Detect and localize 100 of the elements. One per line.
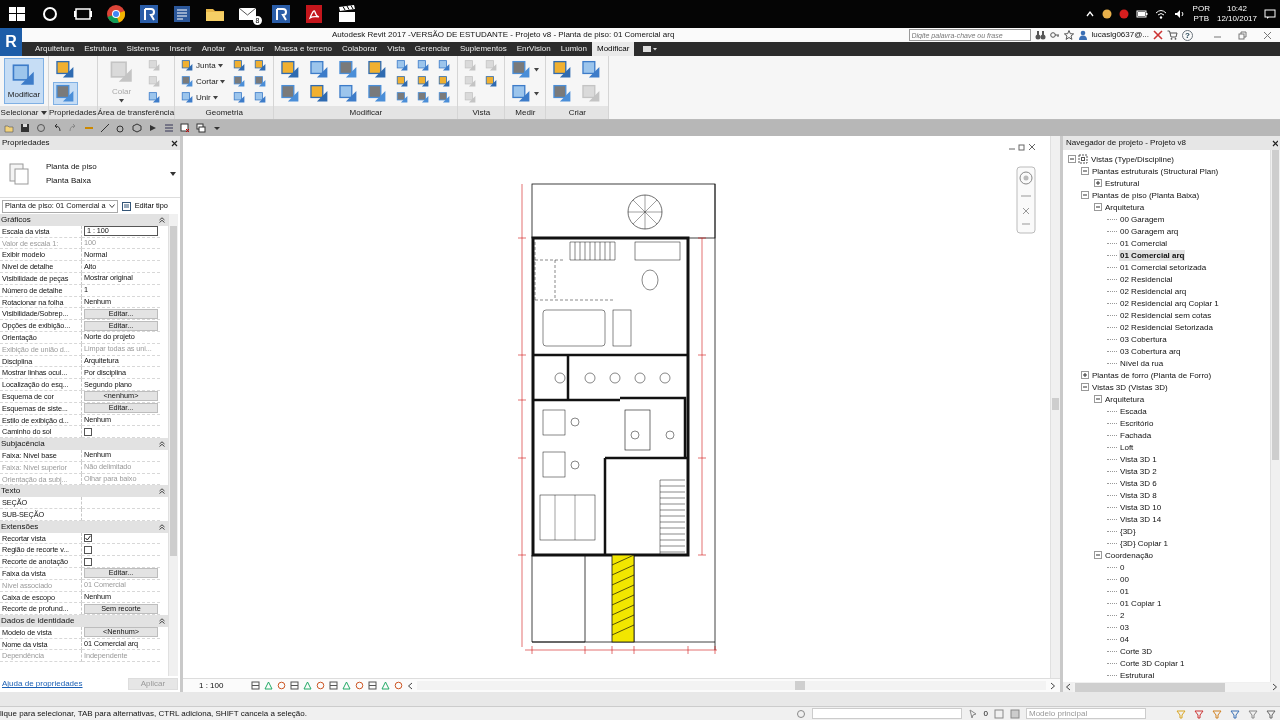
tree-item[interactable]: Coordenação	[1104, 549, 1155, 561]
scroll-left-icon[interactable]	[407, 681, 414, 690]
collapse-icon[interactable]	[1081, 191, 1089, 199]
notification-icon[interactable]	[1264, 8, 1276, 20]
tree-item[interactable]: Escada	[1119, 405, 1148, 417]
tree-item[interactable]: 02 Residencial	[1119, 273, 1174, 285]
tree-item[interactable]: Vista 3D 6	[1119, 477, 1158, 489]
filter-icon[interactable]	[1248, 708, 1258, 719]
save-icon[interactable]	[20, 123, 30, 133]
tool-button[interactable]: Cortar	[179, 74, 228, 89]
box-icon[interactable]	[132, 123, 142, 133]
tree-item[interactable]: 00 Garagem	[1119, 213, 1166, 225]
cart-icon[interactable]	[1167, 30, 1178, 40]
tree-item[interactable]: 01	[1119, 585, 1130, 597]
tree-item[interactable]: 01 Comercial setorizada	[1119, 261, 1208, 273]
filter-icon[interactable]	[1266, 708, 1276, 719]
section-header[interactable]: Gráficos	[0, 214, 168, 226]
expand-icon[interactable]	[1094, 179, 1102, 187]
ribbon-tab[interactable]: Anotar	[196, 42, 231, 56]
tree-item[interactable]: Fachada	[1119, 429, 1153, 441]
battery-icon[interactable]	[1135, 9, 1148, 19]
tree-item[interactable]: 0	[1119, 561, 1126, 573]
tree-item[interactable]: Estrutural	[1104, 177, 1141, 189]
ribbon-tab[interactable]: Suplementos	[454, 42, 512, 56]
sync-icon[interactable]	[36, 123, 46, 133]
pdf-icon[interactable]	[303, 3, 325, 25]
filter-icon[interactable]	[1212, 708, 1222, 719]
ribbon-tab[interactable]: Lumion	[555, 42, 592, 56]
vertical-scrollbar[interactable]	[1050, 136, 1060, 678]
section-header[interactable]: Extensões	[0, 520, 168, 533]
ribbon-tab[interactable]: Gerenciar	[409, 42, 455, 56]
scroll-right-icon[interactable]	[1050, 681, 1056, 690]
collapse-icon[interactable]	[1081, 167, 1089, 175]
section-header[interactable]: Subjacência	[0, 438, 168, 450]
ribbon-tab[interactable]: Colaborar	[337, 42, 383, 56]
restore-icon[interactable]	[1238, 30, 1247, 40]
ribbon-tab[interactable]: Sistemas	[121, 42, 165, 56]
user-name[interactable]: lucaslg0637@...	[1091, 30, 1149, 40]
view-control-icon[interactable]	[251, 681, 261, 690]
chevron-up-icon[interactable]	[1084, 9, 1095, 19]
scrollbar-thumb[interactable]	[794, 681, 805, 690]
wifi-icon[interactable]	[1154, 9, 1167, 19]
scroll-left-icon[interactable]	[1065, 683, 1071, 691]
tree-item[interactable]: Vista 3D 14	[1119, 513, 1163, 525]
browser-icon[interactable]	[105, 3, 127, 25]
collapse-icon[interactable]	[1094, 395, 1102, 403]
tree-item[interactable]: 02 Residencial arq Copiar 1	[1119, 297, 1220, 309]
vertical-scrollbar[interactable]	[1270, 150, 1280, 682]
filter-icon[interactable]	[1194, 708, 1204, 719]
checkbox[interactable]	[84, 557, 92, 566]
scrollbar-thumb[interactable]	[170, 226, 177, 556]
ribbon-tab[interactable]: EnrVision	[511, 42, 556, 56]
ribbon-tab[interactable]: Modificar	[592, 42, 635, 56]
windows-switch-icon[interactable]	[196, 123, 206, 133]
close-icon[interactable]	[1272, 139, 1278, 147]
tree-item[interactable]: 02 Residencial arq	[1119, 285, 1188, 297]
tool-button[interactable]: Modificar	[4, 58, 44, 104]
close-views-icon[interactable]	[180, 123, 190, 133]
tree-item[interactable]: 03	[1119, 621, 1130, 633]
tree-item[interactable]: 04	[1119, 633, 1130, 645]
scrollbar-thumb[interactable]	[1052, 398, 1059, 410]
scrollbar-thumb[interactable]	[1075, 682, 1225, 692]
key-icon[interactable]	[1049, 30, 1060, 40]
tree-item[interactable]: 02 Residencial Setorizada	[1119, 321, 1214, 333]
binoculars-icon[interactable]	[1034, 30, 1046, 40]
filter-icon[interactable]	[1230, 708, 1240, 719]
view-control-icon[interactable]	[368, 681, 378, 690]
tree-item[interactable]: Vistas (Type/Discipline)	[1090, 153, 1175, 165]
ribbon-tab[interactable]: Analisar	[230, 42, 270, 56]
ribbon-tab[interactable]: Arquitetura	[30, 42, 80, 56]
list-icon[interactable]	[164, 123, 174, 133]
tree-item[interactable]: 01 Comercial arq	[1119, 249, 1186, 261]
tree-item[interactable]: Vista 3D 1	[1119, 453, 1158, 465]
user-icon[interactable]	[1077, 30, 1088, 40]
close-icon[interactable]	[171, 139, 178, 147]
tree-item[interactable]: 03 Cobertura arq	[1119, 345, 1182, 357]
restore-icon[interactable]	[1018, 143, 1026, 151]
workset-field[interactable]	[811, 708, 962, 719]
tree-item[interactable]: 00	[1119, 573, 1130, 585]
editable-icon[interactable]	[994, 708, 1004, 719]
tree-item[interactable]: 2	[1119, 609, 1126, 621]
collapse-icon[interactable]	[159, 488, 165, 495]
app-icon[interactable]	[138, 3, 160, 25]
undo-icon[interactable]	[52, 123, 62, 133]
tree-item[interactable]: Corte 3D Copiar 1	[1119, 657, 1186, 669]
application-menu-button[interactable]: R	[0, 28, 22, 56]
clock-date[interactable]: 12/10/2017	[1216, 14, 1257, 24]
tree-item[interactable]: Vistas 3D (Vistas 3D)	[1091, 381, 1169, 393]
section-header[interactable]: Texto	[0, 485, 168, 498]
tree-item[interactable]: 02 Residencial sem cotas	[1119, 309, 1213, 321]
keyboard-indicator[interactable]: PTB	[1192, 14, 1210, 24]
ribbon-tab[interactable]: Massa e terreno	[269, 42, 338, 56]
app-icon[interactable]	[270, 3, 292, 25]
expand-icon[interactable]	[1081, 371, 1089, 379]
tree-item[interactable]: Arquitetura	[1104, 393, 1146, 405]
dropdown-arrow-icon[interactable]	[170, 171, 176, 176]
collapse-icon[interactable]	[1068, 155, 1076, 163]
selection-icon[interactable]	[967, 708, 978, 719]
checkbox[interactable]	[84, 545, 92, 554]
tree-item[interactable]: {3D} Copiar 1	[1119, 537, 1170, 549]
